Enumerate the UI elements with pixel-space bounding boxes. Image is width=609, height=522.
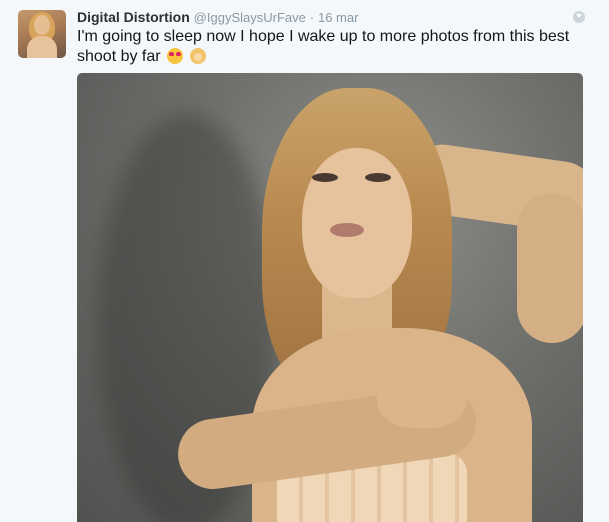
photo-right-eye [365, 173, 391, 182]
photo-lips [330, 223, 364, 237]
separator-dot: · [309, 10, 315, 25]
display-name[interactable]: Digital Distortion [77, 9, 190, 25]
timestamp-link[interactable]: 16 mar [318, 10, 358, 25]
caret-down-icon[interactable] [573, 11, 585, 23]
photo-face [302, 148, 412, 298]
avatar-body [27, 36, 57, 58]
person-blond-emoji-icon [189, 48, 206, 64]
tweet: Digital Distortion @IggySlaysUrFave · 16… [0, 0, 609, 522]
photo-hand [377, 358, 467, 428]
screen-name[interactable]: @IggySlaysUrFave [194, 10, 306, 25]
heart-eyes-emoji-icon [167, 48, 184, 64]
tweet-text-body: I'm going to sleep now I hope I wake up … [77, 28, 570, 65]
tweet-photo[interactable] [77, 73, 583, 522]
avatar[interactable] [18, 10, 66, 58]
photo-raised-forearm [517, 193, 583, 343]
photo-left-eye [312, 173, 338, 182]
tweet-header: Digital Distortion @IggySlaysUrFave · 16… [77, 9, 358, 25]
tweet-text: I'm going to sleep now I hope I wake up … [77, 27, 587, 67]
avatar-head [34, 15, 50, 35]
